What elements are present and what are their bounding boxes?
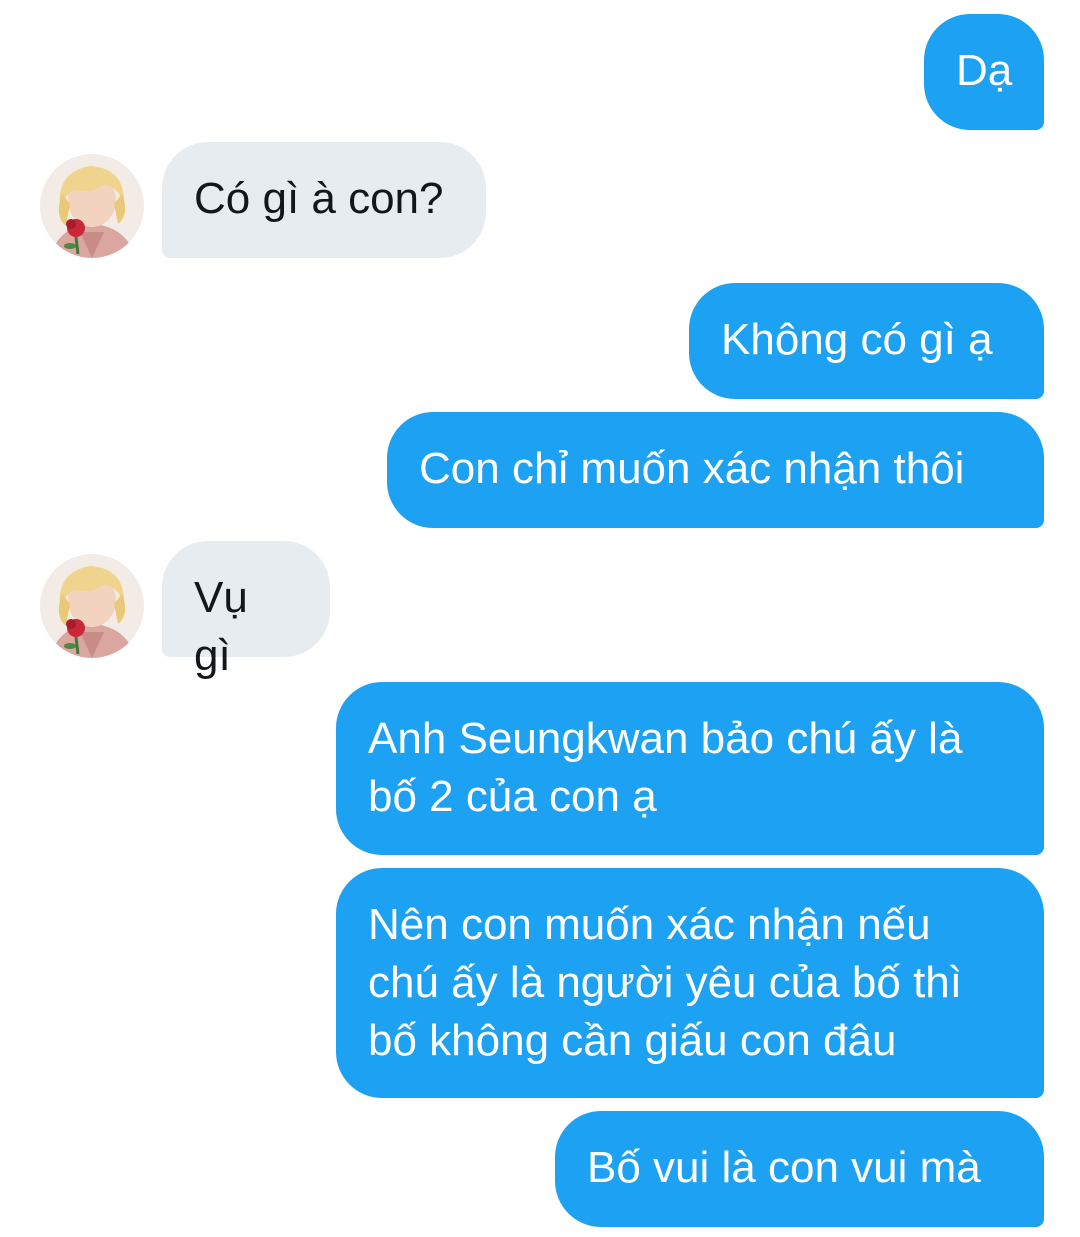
message-bubble-outgoing[interactable]: Bố vui là con vui mà bbox=[555, 1111, 1044, 1227]
avatar-image bbox=[40, 154, 144, 258]
contact-avatar[interactable] bbox=[40, 154, 144, 258]
message-bubble-outgoing[interactable]: Nên con muốn xác nhận nếu chú ấy là ngườ… bbox=[336, 868, 1044, 1098]
message-bubble-outgoing[interactable]: Anh Seungkwan bảo chú ấy là bố 2 của con… bbox=[336, 682, 1044, 855]
message-bubble-incoming[interactable]: Vụ gì bbox=[162, 541, 330, 680]
avatar-image bbox=[40, 554, 144, 658]
chat-thread: Dạ Có gì à con? Không có gì ạ Con chỉ mu… bbox=[0, 0, 1080, 1237]
message-bubble-outgoing[interactable]: Không có gì ạ bbox=[689, 283, 1044, 399]
message-bubble-outgoing[interactable]: Con chỉ muốn xác nhận thôi bbox=[387, 412, 1044, 528]
message-bubble-incoming[interactable]: Có gì à con? bbox=[162, 142, 486, 258]
message-bubble-outgoing[interactable]: Dạ bbox=[924, 14, 1044, 130]
contact-avatar[interactable] bbox=[40, 554, 144, 658]
